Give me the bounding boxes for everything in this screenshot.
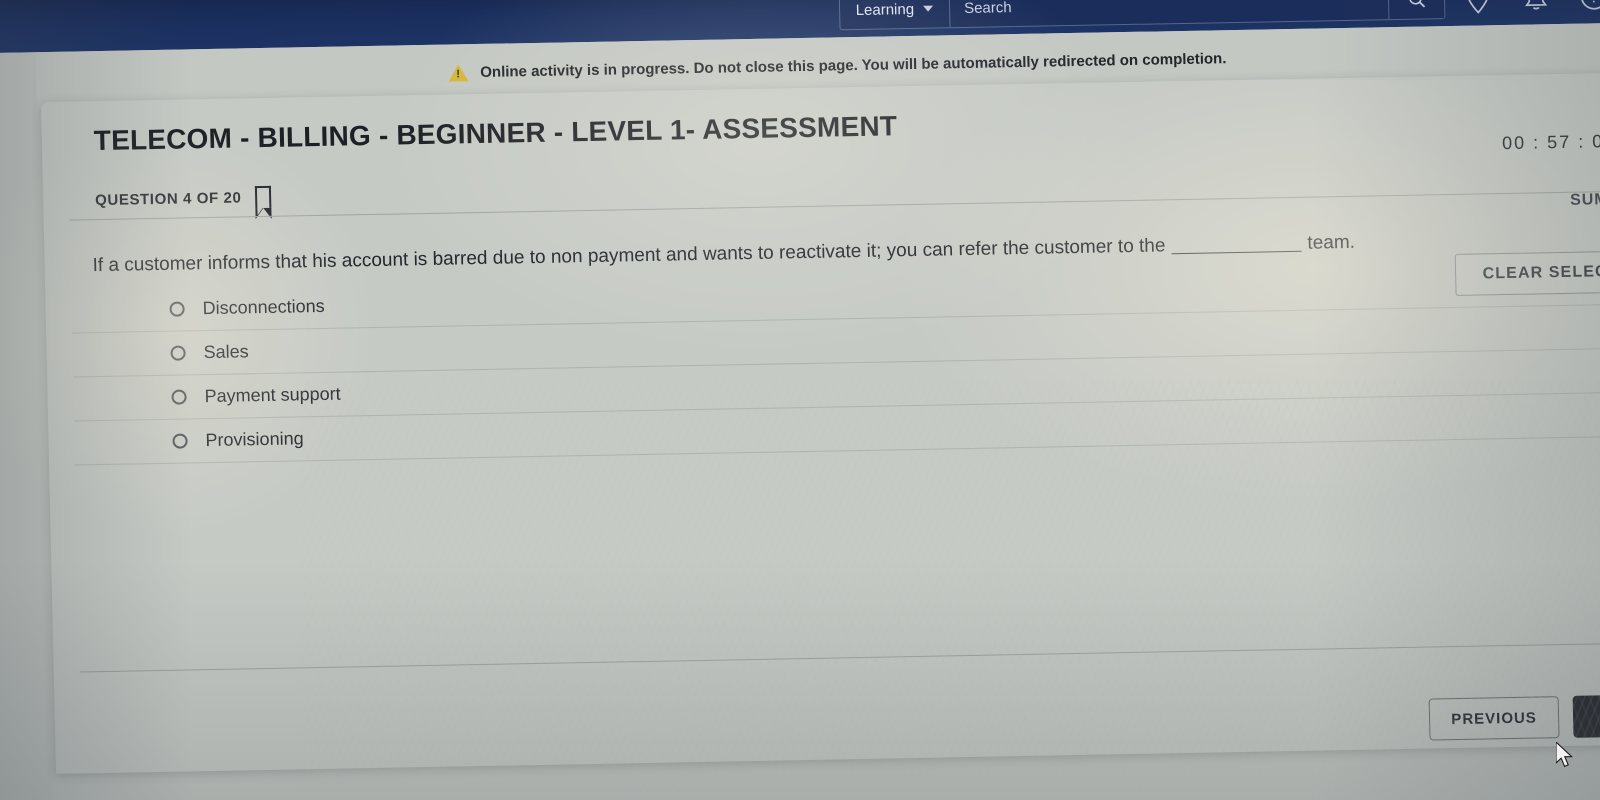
summary-link[interactable]: SUMMA: [1570, 191, 1600, 210]
radio-button-icon[interactable]: [172, 433, 188, 449]
previous-button[interactable]: PREVIOUS: [1428, 696, 1560, 741]
answer-blank: [1171, 250, 1302, 255]
photographed-screen: Learning Search G: [0, 0, 1600, 800]
page-title: TELECOM - BILLING - BEGINNER - LEVEL 1- …: [93, 110, 898, 157]
help-button[interactable]: ?: [1577, 0, 1600, 14]
answer-option-label: Sales: [203, 341, 249, 363]
radio-button-icon[interactable]: [171, 389, 187, 405]
learning-dropdown[interactable]: Learning: [839, 0, 951, 30]
divider-bottom: [79, 642, 1600, 673]
search-icon: [1408, 0, 1425, 8]
warning-banner-text: Online activity is in progress. Do not c…: [480, 49, 1227, 81]
answer-option-label: Payment support: [204, 383, 341, 407]
navigation-footer: PREVIOUS NEX: [1428, 693, 1600, 741]
screen-content: Learning Search G: [0, 0, 1600, 800]
answer-options-list: Disconnections Sales Payment support Pro…: [71, 260, 1600, 466]
question-counter: QUESTION 4 OF 20: [94, 188, 242, 209]
search-group: Learning Search: [838, 0, 1446, 31]
g-location-pin-icon: G: [1466, 0, 1489, 14]
answer-option-label: Provisioning: [205, 428, 304, 451]
question-mark-circle-icon: ?: [1580, 0, 1600, 10]
bookmark-icon[interactable]: [255, 185, 272, 209]
location-button[interactable]: G: [1461, 0, 1496, 16]
divider-top: [69, 190, 1600, 221]
chevron-down-icon: [923, 5, 934, 12]
notifications-button[interactable]: 14: [1519, 0, 1554, 15]
assessment-card: TELECOM - BILLING - BEGINNER - LEVEL 1- …: [40, 72, 1600, 774]
question-text-part-2: team.: [1307, 231, 1356, 254]
top-bar-icon-group: G 14 ?: [1461, 0, 1600, 16]
countdown-timer: 00 : 57 : 07: [1501, 130, 1600, 154]
search-input[interactable]: Search: [964, 0, 1012, 17]
next-button[interactable]: NEX: [1572, 693, 1600, 738]
radio-button-icon[interactable]: [169, 301, 185, 317]
search-input-wrapper[interactable]: Search: [950, 0, 1389, 27]
answer-option-label: Disconnections: [202, 295, 325, 319]
question-counter-row: QUESTION 4 OF 20: [94, 185, 272, 211]
warning-triangle-icon: [448, 63, 469, 82]
radio-button-icon[interactable]: [170, 345, 186, 361]
svg-text:?: ?: [1589, 0, 1599, 6]
learning-dropdown-label: Learning: [855, 0, 915, 19]
search-button[interactable]: [1387, 0, 1445, 20]
svg-text:G: G: [1473, 0, 1482, 3]
bell-icon: [1525, 0, 1548, 10]
question-text-part-1: If a customer informs that his account i…: [92, 235, 1166, 277]
